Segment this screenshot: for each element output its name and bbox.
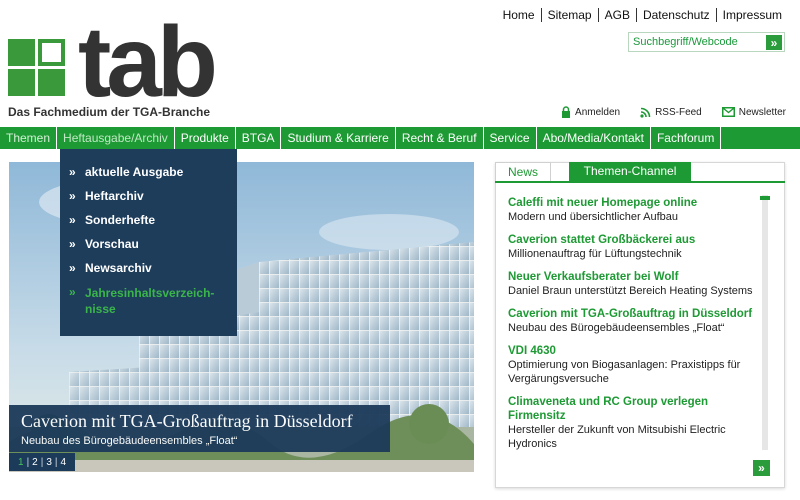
double-chevron-right-icon: »: [69, 237, 76, 251]
news-title[interactable]: Climaveneta und RC Group verlegen Firmen…: [508, 395, 758, 423]
dropdown-item-newsarchiv[interactable]: » Newsarchiv: [60, 261, 237, 285]
news-item[interactable]: Caverion mit TGA-Großauftrag in Düsseldo…: [508, 307, 758, 335]
rss-label: RSS-Feed: [655, 106, 702, 118]
logo-wordmark: tab: [78, 6, 218, 118]
news-scrollbar-track[interactable]: [762, 195, 768, 450]
envelope-icon: [721, 107, 735, 117]
hero-caption[interactable]: Caverion mit TGA-Großauftrag in Düsseldo…: [9, 405, 390, 452]
lock-icon: [561, 106, 571, 118]
search-box: »: [628, 32, 785, 52]
nav-item-abo[interactable]: Abo/Media/Kontakt: [537, 127, 651, 149]
logo-square-3: [38, 69, 65, 96]
nav-item-studium[interactable]: Studium & Karriere: [281, 127, 396, 149]
news-title[interactable]: Caverion mit TGA-Großauftrag in Düsseldo…: [508, 307, 758, 321]
dropdown-item-label: Vorschau: [85, 237, 139, 251]
news-description: Millionenauftrag für Lüftungstechnik: [508, 248, 682, 260]
news-item[interactable]: VDI 4630 Optimierung von Biogasanlagen: …: [508, 344, 758, 386]
nav-item-fachforum[interactable]: Fachforum: [651, 127, 722, 149]
pager-item-2[interactable]: 2: [29, 457, 41, 468]
rss-link[interactable]: RSS-Feed: [640, 106, 702, 118]
news-title[interactable]: VDI 4630: [508, 344, 758, 358]
top-link-impressum[interactable]: Impressum: [715, 8, 788, 22]
rss-icon: [640, 107, 651, 118]
dropdown-item-vorschau[interactable]: » Vorschau: [60, 237, 237, 261]
hero-title: Caverion mit TGA-Großauftrag in Düsseldo…: [21, 411, 353, 431]
dropdown-item-sonderhefte[interactable]: » Sonderhefte: [60, 213, 237, 237]
news-item[interactable]: Caverion stattet Großbäckerei aus Millio…: [508, 233, 758, 261]
login-label: Anmelden: [575, 106, 621, 118]
nav-item-produkte[interactable]: Produkte: [175, 127, 236, 149]
hero-pager: 1 | 2 | 3 | 4: [9, 453, 76, 471]
dropdown-item-label-line2: nisse: [85, 302, 116, 316]
logo-tagline: Das Fachmedium der TGA-Branche: [8, 105, 211, 119]
main-nav: Themen Heftausgabe/Archiv Produkte BTGA …: [0, 127, 800, 149]
double-chevron-right-icon: »: [69, 165, 76, 179]
top-link-home[interactable]: Home: [497, 8, 541, 22]
tab-news[interactable]: News: [495, 162, 552, 182]
news-title[interactable]: Caleffi mit neuer Homepage online: [508, 196, 758, 210]
top-link-datenschutz[interactable]: Datenschutz: [635, 8, 716, 22]
double-chevron-right-icon: »: [69, 213, 76, 227]
top-link-agb[interactable]: AGB: [597, 8, 636, 22]
top-links: Home Sitemap AGB Datenschutz Impressum: [497, 8, 788, 22]
hero-subtitle: Neubau des Bürogebäudeensembles „Float“: [21, 435, 238, 447]
news-description: Modern und übersichtlicher Aufbau: [508, 211, 678, 223]
pager-item-3[interactable]: 3: [43, 457, 55, 468]
news-description: Neubau des Bürogebäudeensembles „Float“: [508, 322, 725, 334]
dropdown-item-label: aktuelle Ausgabe: [85, 165, 184, 179]
news-item[interactable]: Climaveneta und RC Group verlegen Firmen…: [508, 395, 758, 451]
search-input[interactable]: [629, 33, 763, 51]
dropdown-item-heftarchiv[interactable]: » Heftarchiv: [60, 189, 237, 213]
heftausgabe-dropdown-menu: » aktuelle Ausgabe » Heftarchiv » Sonder…: [60, 149, 237, 336]
tab-underline: [495, 181, 785, 183]
news-description: Hersteller der Zukunft von Mitsubishi El…: [508, 424, 726, 450]
news-description: Optimierung von Biogasanlagen: Praxistip…: [508, 359, 741, 385]
dropdown-item-label: Newsarchiv: [85, 261, 152, 275]
search-submit-button[interactable]: »: [766, 35, 782, 50]
dropdown-item-label: Heftarchiv: [85, 189, 144, 203]
news-item[interactable]: Caleffi mit neuer Homepage online Modern…: [508, 196, 758, 224]
login-link[interactable]: Anmelden: [561, 106, 620, 118]
user-links: Anmelden RSS-Feed Newsletter: [561, 106, 786, 118]
news-scrollbar-thumb[interactable]: [760, 196, 770, 200]
nav-item-service[interactable]: Service: [484, 127, 537, 149]
site-logo[interactable]: tab Das Fachmedium der TGA-Branche: [8, 12, 238, 123]
news-title[interactable]: Neuer Verkaufsberater bei Wolf: [508, 270, 758, 284]
dropdown-item-label: Sonderhefte: [85, 213, 156, 227]
double-chevron-right-icon: »: [758, 461, 765, 475]
dropdown-item-label-line1: Jahresinhaltsverzeich-: [85, 286, 215, 300]
logo-square-2: [8, 69, 35, 96]
double-chevron-right-icon: »: [69, 285, 76, 299]
logo-square-4: [38, 39, 65, 66]
dropdown-item-jahresinhaltsverzeichnisse[interactable]: » Jahresinhaltsverzeich-nisse: [60, 285, 237, 321]
logo-square-1: [8, 39, 35, 66]
double-chevron-right-icon: »: [69, 261, 76, 275]
pager-item-4[interactable]: 4: [58, 457, 70, 468]
news-item[interactable]: Neuer Verkaufsberater bei Wolf Daniel Br…: [508, 270, 758, 298]
newsletter-label: Newsletter: [738, 106, 786, 118]
nav-item-recht[interactable]: Recht & Beruf: [396, 127, 484, 149]
tab-themen-channel[interactable]: Themen-Channel: [569, 162, 692, 182]
top-link-sitemap[interactable]: Sitemap: [540, 8, 598, 22]
nav-item-btga[interactable]: BTGA: [236, 127, 282, 149]
newsletter-link[interactable]: Newsletter: [721, 106, 786, 118]
news-title[interactable]: Caverion stattet Großbäckerei aus: [508, 233, 758, 247]
pager-item-1[interactable]: 1: [15, 457, 27, 468]
double-chevron-right-icon: »: [69, 189, 76, 203]
news-description: Daniel Braun unterstützt Bereich Heating…: [508, 285, 753, 297]
nav-item-themen[interactable]: Themen: [0, 127, 58, 149]
news-panel-tabs: News Themen-Channel: [495, 162, 692, 182]
dropdown-item-label: Jahresinhaltsverzeich-nisse: [85, 285, 214, 317]
news-list: Caleffi mit neuer Homepage online Modern…: [508, 196, 758, 454]
dropdown-item-aktuelle-ausgabe[interactable]: » aktuelle Ausgabe: [60, 165, 237, 189]
news-more-button[interactable]: »: [753, 460, 770, 476]
double-chevron-right-icon: »: [770, 35, 778, 50]
nav-item-heftausgabe[interactable]: Heftausgabe/Archiv: [57, 127, 175, 149]
